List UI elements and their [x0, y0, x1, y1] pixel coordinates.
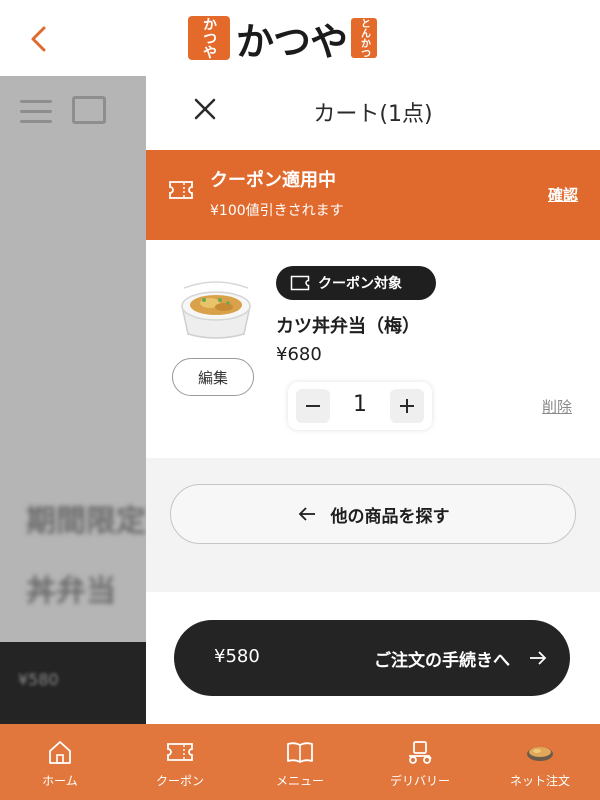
nav-online-order[interactable]: ネット注文	[480, 724, 600, 800]
coupon-applied-banner: クーポン適用中 ¥100値引きされます 確認	[146, 150, 600, 240]
quantity-stepper: 1	[288, 382, 432, 430]
background-heading: 期間限定	[26, 504, 146, 539]
online-order-icon	[527, 747, 553, 761]
bottom-navigation: ホーム クーポン メニュー デリバリー ネット注文	[0, 724, 600, 800]
nav-label: ホーム	[42, 774, 78, 788]
background-bottom-bar: ¥580	[0, 642, 146, 724]
nav-label: ネット注文	[509, 774, 570, 788]
background-subheading: 丼弁当	[26, 574, 116, 609]
background-price: ¥580	[18, 670, 59, 689]
checkout-total: ¥580	[214, 646, 260, 667]
back-chevron-icon[interactable]	[26, 24, 52, 54]
background-page-overlay: 期間限定 丼弁当 ¥580	[0, 76, 146, 724]
ticket-small-icon	[290, 275, 310, 291]
checkout-label: ご注文の手続きへ	[374, 651, 510, 671]
nav-label: クーポン	[155, 774, 204, 788]
delivery-icon	[409, 741, 432, 764]
nav-delivery[interactable]: デリバリー	[360, 724, 480, 800]
item-price: ¥680	[276, 344, 322, 365]
increase-quantity-button[interactable]	[390, 389, 424, 423]
nav-label: メニュー	[275, 774, 324, 788]
item-name: カツ丼弁当（梅）	[276, 316, 420, 337]
coupon-eligible-label: クーポン対象	[318, 276, 402, 292]
ticket-icon	[169, 181, 193, 199]
delete-item-link[interactable]: 削除	[542, 396, 572, 417]
browse-section: 他の商品を探す	[146, 458, 600, 592]
browse-label: 他の商品を探す	[330, 506, 450, 527]
coupon-banner-subtitle: ¥100値引きされます	[210, 203, 344, 219]
coupon-icon	[167, 743, 193, 761]
cart-panel: カート(1点) クーポン適用中 ¥100値引きされます 確認 編集 クーポン対象	[146, 76, 600, 724]
logo-wordmark: かつや	[236, 18, 348, 64]
nav-home[interactable]: ホーム	[0, 724, 120, 800]
top-header: かつや かつや とんかつ	[0, 0, 600, 76]
plus-icon	[400, 399, 414, 413]
arrow-left-icon	[298, 507, 315, 521]
arrow-right-icon	[530, 651, 547, 665]
cart-title: カート(1点)	[313, 102, 433, 127]
edit-button[interactable]: 編集	[172, 358, 254, 396]
nav-coupon[interactable]: クーポン	[120, 724, 240, 800]
hamburger-menu-icon	[20, 100, 52, 124]
logo-seal: かつや	[188, 16, 230, 60]
menu-book-icon	[287, 742, 313, 763]
cart-item: 編集 クーポン対象 カツ丼弁当（梅） ¥680 1 削除	[146, 240, 600, 458]
coupon-confirm-link[interactable]: 確認	[548, 184, 578, 205]
home-icon	[49, 741, 71, 764]
checkout-button[interactable]: ¥580 ご注文の手続きへ	[174, 620, 570, 696]
coupon-eligible-badge: クーポン対象	[276, 266, 436, 300]
brand-logo[interactable]: かつや かつや とんかつ	[188, 14, 414, 64]
coupon-banner-title: クーポン適用中	[210, 170, 336, 191]
katsudon-bento-image	[181, 281, 251, 339]
logo-tag: とんかつ	[351, 18, 378, 58]
nav-label: デリバリー	[389, 774, 450, 788]
book-icon	[72, 96, 106, 124]
browse-other-products-button[interactable]: 他の商品を探す	[170, 484, 576, 544]
nav-menu[interactable]: メニュー	[240, 724, 360, 800]
